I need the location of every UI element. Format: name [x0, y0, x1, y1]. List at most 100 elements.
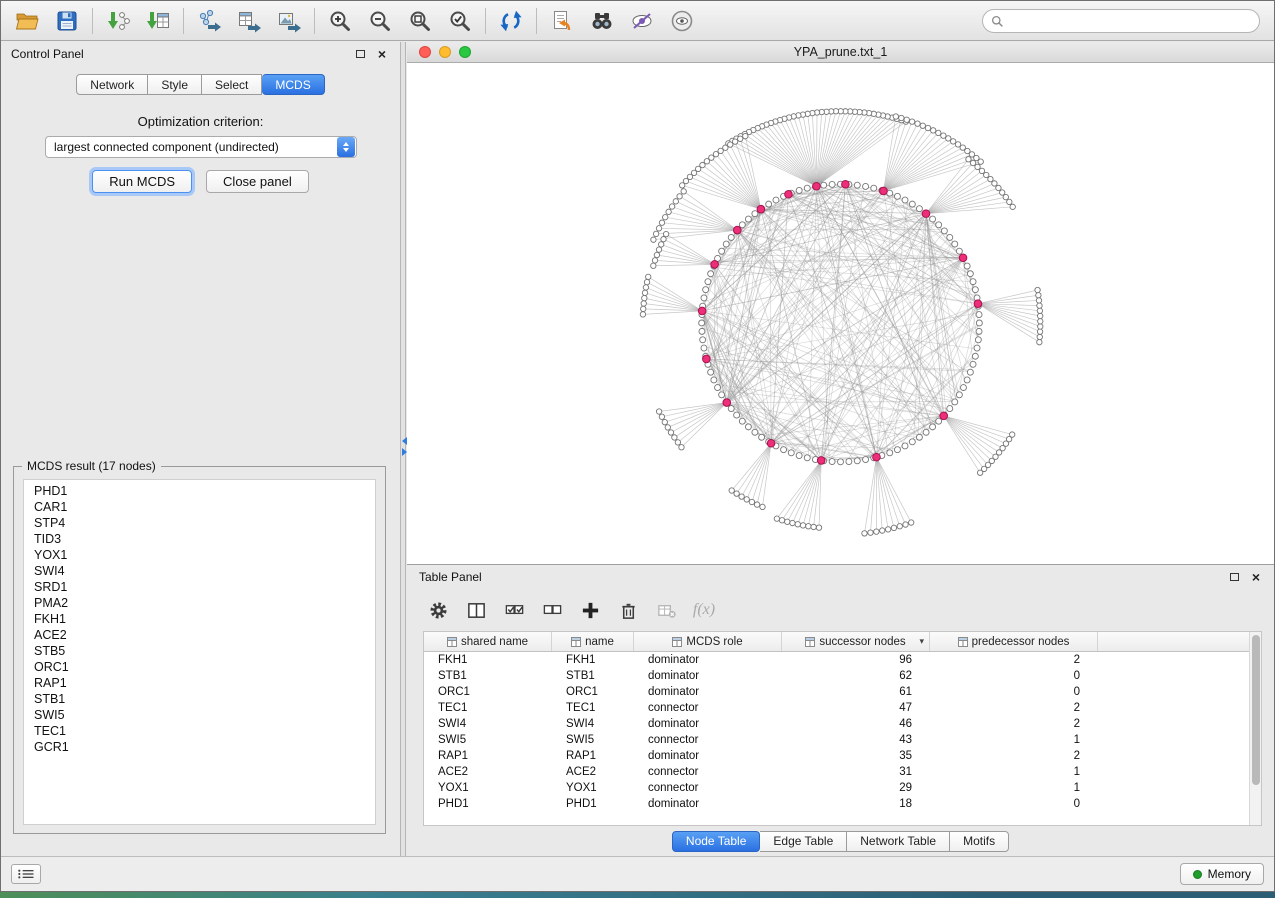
tab-network[interactable]: Network — [76, 74, 148, 95]
zoom-in-icon[interactable] — [320, 5, 360, 37]
table-tab-motifs[interactable]: Motifs — [950, 831, 1009, 852]
mcds-node-fkh1[interactable]: FKH1 — [34, 611, 375, 627]
table-row-rap1[interactable]: RAP1RAP1dominator352 — [424, 748, 1249, 764]
table-scrollbar[interactable] — [1249, 632, 1261, 825]
close-panel-button[interactable]: Close panel — [206, 170, 309, 193]
show-graphics-details-icon[interactable] — [662, 5, 702, 37]
column-manager-icon[interactable] — [457, 595, 495, 625]
table-tab-network-table[interactable]: Network Table — [847, 831, 950, 852]
mcds-node-orc1[interactable]: ORC1 — [34, 659, 375, 675]
close-table-panel-icon[interactable]: × — [1248, 569, 1264, 585]
table-tab-node-table[interactable]: Node Table — [672, 831, 761, 852]
cell: 31 — [782, 764, 930, 780]
search-input-container — [982, 9, 1260, 33]
table-row-ace2[interactable]: ACE2ACE2connector311 — [424, 764, 1249, 780]
zoom-selected-icon[interactable] — [440, 5, 480, 37]
mcds-node-stp4[interactable]: STP4 — [34, 515, 375, 531]
export-image-icon[interactable] — [269, 5, 309, 37]
add-column-icon[interactable] — [571, 595, 609, 625]
zoom-fit-icon[interactable] — [400, 5, 440, 37]
tab-style[interactable]: Style — [148, 74, 202, 95]
table-row-stb1[interactable]: STB1STB1dominator620 — [424, 668, 1249, 684]
column-header-successor-nodes[interactable]: successor nodes▾ — [782, 632, 930, 651]
open-file-icon[interactable] — [7, 5, 47, 37]
table-settings-gear-icon[interactable] — [419, 595, 457, 625]
share-document-icon[interactable] — [542, 5, 582, 37]
cell: dominator — [634, 796, 782, 812]
cell: 0 — [930, 668, 1098, 684]
table-row-yox1[interactable]: YOX1YOX1connector291 — [424, 780, 1249, 796]
memory-button[interactable]: Memory — [1180, 863, 1264, 885]
node-table: shared namenameMCDS rolesuccessor nodes▾… — [423, 631, 1262, 826]
cell: connector — [634, 764, 782, 780]
cell: 46 — [782, 716, 930, 732]
mcds-node-swi5[interactable]: SWI5 — [34, 707, 375, 723]
mcds-node-ace2[interactable]: ACE2 — [34, 627, 375, 643]
panel-splitter[interactable] — [400, 42, 406, 856]
network-canvas[interactable] — [407, 63, 1274, 564]
network-view-window: YPA_prune.txt_1 — [407, 42, 1274, 565]
cell: SWI4 — [424, 716, 552, 732]
column-filter-icon[interactable]: ▾ — [919, 636, 924, 647]
mcds-node-pma2[interactable]: PMA2 — [34, 595, 375, 611]
table-row-swi4[interactable]: SWI4SWI4dominator462 — [424, 716, 1249, 732]
mcds-node-yox1[interactable]: YOX1 — [34, 547, 375, 563]
save-icon[interactable] — [47, 5, 87, 37]
cell: 29 — [782, 780, 930, 796]
mcds-node-stb5[interactable]: STB5 — [34, 643, 375, 659]
import-network-icon[interactable] — [98, 5, 138, 37]
dropdown-stepper-icon — [337, 137, 355, 157]
column-header-predecessor-nodes[interactable]: predecessor nodes — [930, 632, 1098, 651]
mcds-node-tec1[interactable]: TEC1 — [34, 723, 375, 739]
mcds-node-gcr1[interactable]: GCR1 — [34, 739, 375, 755]
table-scrollbar-thumb[interactable] — [1252, 635, 1260, 785]
export-table-icon[interactable] — [229, 5, 269, 37]
search-input[interactable] — [1009, 14, 1251, 28]
table-row-orc1[interactable]: ORC1ORC1dominator610 — [424, 684, 1249, 700]
mcds-buttons-row: Run MCDS Close panel — [1, 170, 400, 193]
search-binoculars-icon[interactable] — [582, 5, 622, 37]
mcds-node-car1[interactable]: CAR1 — [34, 499, 375, 515]
export-network-icon[interactable] — [189, 5, 229, 37]
panel-list-icon[interactable] — [11, 864, 41, 884]
close-panel-icon[interactable]: × — [374, 46, 390, 62]
mcds-node-swi4[interactable]: SWI4 — [34, 563, 375, 579]
table-row-fkh1[interactable]: FKH1FKH1dominator962 — [424, 652, 1249, 668]
table-row-tec1[interactable]: TEC1TEC1connector472 — [424, 700, 1249, 716]
float-panel-icon[interactable] — [352, 46, 368, 62]
import-table-icon[interactable] — [138, 5, 178, 37]
cell: SWI5 — [424, 732, 552, 748]
tab-mcds[interactable]: MCDS — [262, 74, 324, 95]
column-header-name[interactable]: name — [552, 632, 634, 651]
mcds-node-phd1[interactable]: PHD1 — [34, 483, 375, 499]
mcds-node-srd1[interactable]: SRD1 — [34, 579, 375, 595]
table-row-swi5[interactable]: SWI5SWI5connector431 — [424, 732, 1249, 748]
mcds-result-title: MCDS result (17 nodes) — [22, 459, 161, 473]
column-header-mcds-role[interactable]: MCDS role — [634, 632, 782, 651]
run-mcds-button[interactable]: Run MCDS — [92, 170, 192, 193]
mcds-node-rap1[interactable]: RAP1 — [34, 675, 375, 691]
toolbar-separator — [92, 8, 93, 34]
float-table-panel-icon[interactable] — [1226, 569, 1242, 585]
mcds-result-list[interactable]: PHD1CAR1STP4TID3YOX1SWI4SRD1PMA2FKH1ACE2… — [23, 479, 376, 825]
mcds-node-stb1[interactable]: STB1 — [34, 691, 375, 707]
mcds-node-tid3[interactable]: TID3 — [34, 531, 375, 547]
search-icon — [991, 15, 1004, 28]
delete-column-icon[interactable] — [609, 595, 647, 625]
cell: 2 — [930, 716, 1098, 732]
node-table-grid: shared namenameMCDS rolesuccessor nodes▾… — [424, 632, 1249, 825]
zoom-out-icon[interactable] — [360, 5, 400, 37]
network-graph[interactable] — [407, 63, 1274, 564]
cell: connector — [634, 700, 782, 716]
select-all-rows-icon[interactable] — [495, 595, 533, 625]
refresh-icon[interactable] — [491, 5, 531, 37]
deselect-all-rows-icon[interactable] — [533, 595, 571, 625]
network-window-titlebar[interactable]: YPA_prune.txt_1 — [407, 42, 1274, 63]
hide-graphics-details-icon[interactable] — [622, 5, 662, 37]
table-tab-edge-table[interactable]: Edge Table — [760, 831, 847, 852]
column-header-shared-name[interactable]: shared name — [424, 632, 552, 651]
criterion-dropdown[interactable]: largest connected component (undirected) — [45, 136, 357, 158]
tab-select[interactable]: Select — [202, 74, 262, 95]
table-row-phd1[interactable]: PHD1PHD1dominator180 — [424, 796, 1249, 812]
network-window-title: YPA_prune.txt_1 — [407, 45, 1274, 59]
